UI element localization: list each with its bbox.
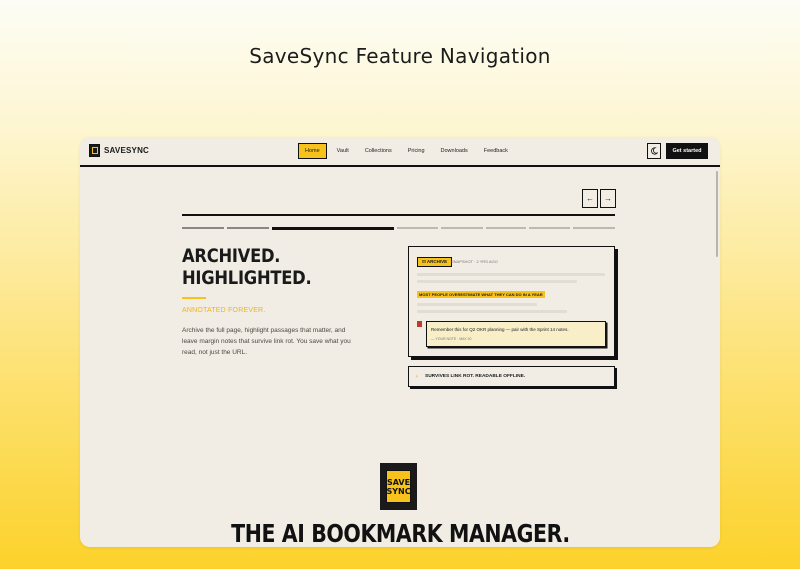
- tagline-text: THE AI BOOKMARK MANAGER.: [230, 519, 570, 547]
- brand[interactable]: SAVESYNC: [89, 144, 149, 157]
- progress-step[interactable]: [573, 227, 615, 229]
- brand-name: SAVESYNC: [104, 146, 150, 155]
- progress-step[interactable]: [397, 227, 438, 229]
- archive-tag-label: ARCHIVE: [426, 259, 448, 264]
- divider: [182, 214, 615, 216]
- scrollbar-thumb[interactable]: [716, 171, 718, 257]
- bolt-icon: ⚡: [415, 374, 419, 380]
- tagline: THE AI BOOKMARK MANAGER.: [80, 519, 720, 547]
- top-nav: SAVESYNC Home Vault Collections Pricing …: [80, 137, 720, 167]
- note-marker-icon: [417, 321, 422, 327]
- get-started-button[interactable]: Get started: [666, 143, 708, 159]
- progress-step[interactable]: [182, 227, 224, 229]
- margin-note: Remember this for Q2 OKR planning — pair…: [426, 321, 606, 347]
- nav-links: Home Vault Collections Pricing Downloads…: [298, 143, 518, 159]
- archive-tag: ⊡ ARCHIVE: [417, 257, 453, 267]
- carousel-next-button[interactable]: →: [600, 189, 616, 208]
- carousel-progress: [182, 226, 615, 230]
- nav-link-downloads[interactable]: Downloads: [435, 143, 474, 159]
- hero-description: Archive the full page, highlight passage…: [182, 327, 351, 356]
- text-placeholder-line: [417, 303, 537, 306]
- moon-icon: [651, 147, 658, 155]
- text-placeholder-line: [417, 280, 577, 283]
- nav-link-home[interactable]: Home: [298, 143, 327, 159]
- progress-step-active[interactable]: [271, 226, 394, 230]
- logo-line1: SAVE: [386, 477, 411, 487]
- snapshot-label: SNAPSHOT · 2 YRS AGO: [451, 259, 498, 264]
- theme-toggle-button[interactable]: [647, 143, 661, 159]
- highlighted-passage: MOST PEOPLE OVERESTIMATE WHAT THEY CAN D…: [417, 291, 545, 298]
- note-text: Remember this for Q2 OKR planning — pair…: [431, 327, 569, 332]
- feature-banner: ⚡ SURVIVES LINK ROT. READABLE OFFLINE.: [408, 366, 615, 387]
- progress-step[interactable]: [440, 227, 483, 229]
- brand-logo-icon: [89, 144, 100, 157]
- text-placeholder-line: [417, 273, 605, 276]
- archive-preview-card: ⊡ ARCHIVE SNAPSHOT · 2 YRS AGO MOST PEOP…: [408, 246, 615, 357]
- nav-link-feedback[interactable]: Feedback: [478, 143, 514, 159]
- arrow-right-icon: →: [604, 194, 612, 203]
- banner-text: SURVIVES LINK ROT. READABLE OFFLINE.: [425, 374, 526, 379]
- hero-heading: ARCHIVED. HIGHLIGHTED.: [182, 245, 312, 289]
- hero-heading-line2: HIGHLIGHTED.: [182, 267, 312, 289]
- progress-step[interactable]: [226, 227, 269, 229]
- carousel-prev-button[interactable]: ←: [582, 189, 598, 208]
- hero-subheading: ANNOTATED FOREVER.: [182, 307, 266, 314]
- savesync-logo: SAVE SYNC: [380, 463, 417, 510]
- note-meta: — YOUR NOTE · MAY 20: [431, 337, 472, 341]
- nav-link-collections[interactable]: Collections: [359, 143, 398, 159]
- text-placeholder-line: [417, 310, 567, 313]
- progress-step[interactable]: [529, 227, 571, 229]
- arrow-left-icon: ←: [586, 194, 594, 203]
- hero-heading-line1: ARCHIVED.: [182, 245, 281, 267]
- nav-link-pricing[interactable]: Pricing: [402, 143, 431, 159]
- logo-line2: SYNC: [386, 486, 411, 496]
- app-window: SAVESYNC Home Vault Collections Pricing …: [80, 137, 720, 547]
- progress-step[interactable]: [485, 227, 527, 229]
- hero-accent-bar: [182, 297, 206, 299]
- page-title: SaveSync Feature Navigation: [249, 44, 551, 68]
- nav-link-vault[interactable]: Vault: [331, 143, 355, 159]
